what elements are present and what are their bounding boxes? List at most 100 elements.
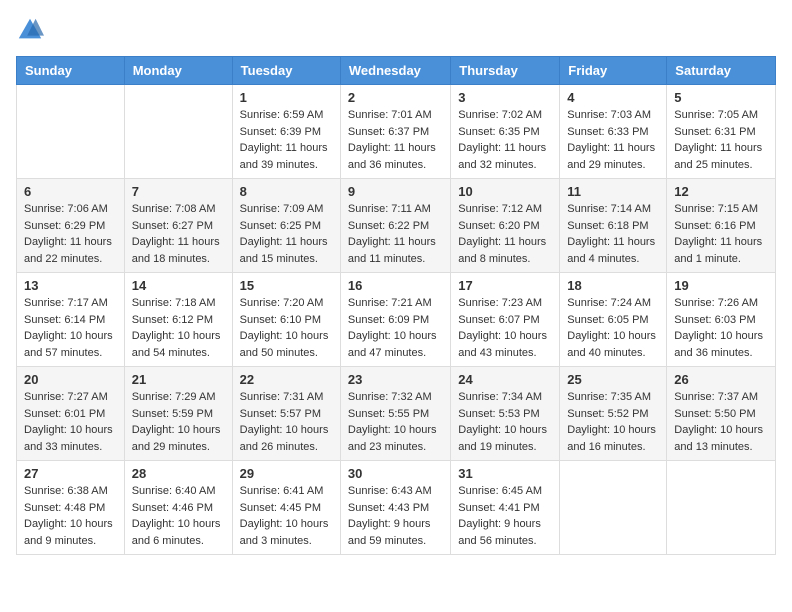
weekday-header-tuesday: Tuesday xyxy=(232,57,340,85)
day-cell: 29 Sunrise: 6:41 AMSunset: 4:45 PMDayligh… xyxy=(232,461,340,555)
week-row-1: 1 Sunrise: 6:59 AMSunset: 6:39 PMDaylight… xyxy=(17,85,776,179)
day-number: 7 xyxy=(132,184,225,199)
weekday-header-sunday: Sunday xyxy=(17,57,125,85)
day-cell: 6 Sunrise: 7:06 AMSunset: 6:29 PMDaylight… xyxy=(17,179,125,273)
day-number: 1 xyxy=(240,90,333,105)
weekday-header-wednesday: Wednesday xyxy=(340,57,450,85)
day-number: 10 xyxy=(458,184,552,199)
day-number: 22 xyxy=(240,372,333,387)
day-cell: 19 Sunrise: 7:26 AMSunset: 6:03 PMDayligh… xyxy=(667,273,776,367)
logo-icon xyxy=(16,16,44,44)
day-cell xyxy=(17,85,125,179)
day-number: 27 xyxy=(24,466,117,481)
logo xyxy=(16,16,48,44)
day-number: 8 xyxy=(240,184,333,199)
day-info: Sunrise: 7:32 AMSunset: 5:55 PMDaylight:… xyxy=(348,389,443,455)
day-cell: 4 Sunrise: 7:03 AMSunset: 6:33 PMDaylight… xyxy=(560,85,667,179)
day-cell: 28Sunrise: 6:40 AMSunset: 4:46 PMDayligh… xyxy=(124,461,232,555)
day-cell: 22 Sunrise: 7:31 AMSunset: 5:57 PMDayligh… xyxy=(232,367,340,461)
day-cell: 7 Sunrise: 7:08 AMSunset: 6:27 PMDaylight… xyxy=(124,179,232,273)
day-number: 11 xyxy=(567,184,659,199)
day-cell: 18 Sunrise: 7:24 AMSunset: 6:05 PMDayligh… xyxy=(560,273,667,367)
day-cell: 8 Sunrise: 7:09 AMSunset: 6:25 PMDaylight… xyxy=(232,179,340,273)
day-cell xyxy=(667,461,776,555)
day-number: 30 xyxy=(348,466,443,481)
day-info: Sunrise: 7:31 AMSunset: 5:57 PMDaylight:… xyxy=(240,389,333,455)
day-info: Sunrise: 7:35 AMSunset: 5:52 PMDaylight:… xyxy=(567,389,659,455)
day-cell: 21Sunrise: 7:29 AMSunset: 5:59 PMDayligh… xyxy=(124,367,232,461)
day-cell: 26 Sunrise: 7:37 AMSunset: 5:50 PMDayligh… xyxy=(667,367,776,461)
day-cell: 30 Sunrise: 6:43 AMSunset: 4:43 PMDayligh… xyxy=(340,461,450,555)
page-header xyxy=(16,16,776,44)
day-info: Sunrise: 6:40 AMSunset: 4:46 PMDaylight:… xyxy=(132,483,225,549)
day-info: Sunrise: 7:09 AMSunset: 6:25 PMDaylight:… xyxy=(240,201,333,267)
day-cell: 11 Sunrise: 7:14 AMSunset: 6:18 PMDayligh… xyxy=(560,179,667,273)
day-cell: 16Sunrise: 7:21 AMSunset: 6:09 PMDayligh… xyxy=(340,273,450,367)
day-info: Sunrise: 7:27 AMSunset: 6:01 PMDaylight:… xyxy=(24,389,117,455)
day-number: 15 xyxy=(240,278,333,293)
day-cell: 13 Sunrise: 7:17 AMSunset: 6:14 PMDayligh… xyxy=(17,273,125,367)
day-info: Sunrise: 7:03 AMSunset: 6:33 PMDaylight:… xyxy=(567,107,659,173)
day-info: Sunrise: 6:38 AMSunset: 4:48 PMDaylight:… xyxy=(24,483,117,549)
weekday-header-row: SundayMondayTuesdayWednesdayThursdayFrid… xyxy=(17,57,776,85)
day-cell xyxy=(124,85,232,179)
day-cell: 9 Sunrise: 7:11 AMSunset: 6:22 PMDaylight… xyxy=(340,179,450,273)
day-number: 19 xyxy=(674,278,768,293)
day-number: 12 xyxy=(674,184,768,199)
day-cell: 15 Sunrise: 7:20 AMSunset: 6:10 PMDayligh… xyxy=(232,273,340,367)
day-info: Sunrise: 7:24 AMSunset: 6:05 PMDaylight:… xyxy=(567,295,659,361)
day-number: 5 xyxy=(674,90,768,105)
day-number: 2 xyxy=(348,90,443,105)
day-cell: 14Sunrise: 7:18 AMSunset: 6:12 PMDayligh… xyxy=(124,273,232,367)
day-cell: 2Sunrise: 7:01 AMSunset: 6:37 PMDaylight… xyxy=(340,85,450,179)
day-cell: 5 Sunrise: 7:05 AMSunset: 6:31 PMDaylight… xyxy=(667,85,776,179)
day-number: 21 xyxy=(132,372,225,387)
day-info: Sunrise: 7:26 AMSunset: 6:03 PMDaylight:… xyxy=(674,295,768,361)
day-number: 4 xyxy=(567,90,659,105)
day-info: Sunrise: 7:05 AMSunset: 6:31 PMDaylight:… xyxy=(674,107,768,173)
day-number: 24 xyxy=(458,372,552,387)
weekday-header-friday: Friday xyxy=(560,57,667,85)
day-cell: 24Sunrise: 7:34 AMSunset: 5:53 PMDayligh… xyxy=(451,367,560,461)
day-number: 13 xyxy=(24,278,117,293)
day-info: Sunrise: 6:43 AMSunset: 4:43 PMDaylight:… xyxy=(348,483,443,549)
day-number: 23 xyxy=(348,372,443,387)
day-number: 6 xyxy=(24,184,117,199)
day-number: 26 xyxy=(674,372,768,387)
day-cell: 27 Sunrise: 6:38 AMSunset: 4:48 PMDayligh… xyxy=(17,461,125,555)
day-cell: 25 Sunrise: 7:35 AMSunset: 5:52 PMDayligh… xyxy=(560,367,667,461)
weekday-header-thursday: Thursday xyxy=(451,57,560,85)
day-info: Sunrise: 7:14 AMSunset: 6:18 PMDaylight:… xyxy=(567,201,659,267)
week-row-4: 20 Sunrise: 7:27 AMSunset: 6:01 PMDayligh… xyxy=(17,367,776,461)
day-info: Sunrise: 7:17 AMSunset: 6:14 PMDaylight:… xyxy=(24,295,117,361)
day-info: Sunrise: 7:23 AMSunset: 6:07 PMDaylight:… xyxy=(458,295,552,361)
calendar-table: SundayMondayTuesdayWednesdayThursdayFrid… xyxy=(16,56,776,555)
day-number: 9 xyxy=(348,184,443,199)
day-number: 18 xyxy=(567,278,659,293)
day-info: Sunrise: 7:15 AMSunset: 6:16 PMDaylight:… xyxy=(674,201,768,267)
day-info: Sunrise: 7:20 AMSunset: 6:10 PMDaylight:… xyxy=(240,295,333,361)
day-info: Sunrise: 6:59 AMSunset: 6:39 PMDaylight:… xyxy=(240,107,333,173)
weekday-header-monday: Monday xyxy=(124,57,232,85)
day-number: 3 xyxy=(458,90,552,105)
day-number: 31 xyxy=(458,466,552,481)
day-info: Sunrise: 6:41 AMSunset: 4:45 PMDaylight:… xyxy=(240,483,333,549)
weekday-header-saturday: Saturday xyxy=(667,57,776,85)
day-info: Sunrise: 7:11 AMSunset: 6:22 PMDaylight:… xyxy=(348,201,443,267)
day-info: Sunrise: 7:06 AMSunset: 6:29 PMDaylight:… xyxy=(24,201,117,267)
day-cell: 23 Sunrise: 7:32 AMSunset: 5:55 PMDayligh… xyxy=(340,367,450,461)
day-cell: 20 Sunrise: 7:27 AMSunset: 6:01 PMDayligh… xyxy=(17,367,125,461)
day-cell: 10Sunrise: 7:12 AMSunset: 6:20 PMDayligh… xyxy=(451,179,560,273)
day-info: Sunrise: 7:37 AMSunset: 5:50 PMDaylight:… xyxy=(674,389,768,455)
day-number: 29 xyxy=(240,466,333,481)
day-info: Sunrise: 7:21 AMSunset: 6:09 PMDaylight:… xyxy=(348,295,443,361)
week-row-2: 6 Sunrise: 7:06 AMSunset: 6:29 PMDaylight… xyxy=(17,179,776,273)
day-number: 25 xyxy=(567,372,659,387)
week-row-5: 27 Sunrise: 6:38 AMSunset: 4:48 PMDayligh… xyxy=(17,461,776,555)
day-cell: 12 Sunrise: 7:15 AMSunset: 6:16 PMDayligh… xyxy=(667,179,776,273)
day-number: 20 xyxy=(24,372,117,387)
day-info: Sunrise: 7:18 AMSunset: 6:12 PMDaylight:… xyxy=(132,295,225,361)
day-cell: 3Sunrise: 7:02 AMSunset: 6:35 PMDaylight… xyxy=(451,85,560,179)
day-info: Sunrise: 6:45 AMSunset: 4:41 PMDaylight:… xyxy=(458,483,552,549)
day-info: Sunrise: 7:08 AMSunset: 6:27 PMDaylight:… xyxy=(132,201,225,267)
